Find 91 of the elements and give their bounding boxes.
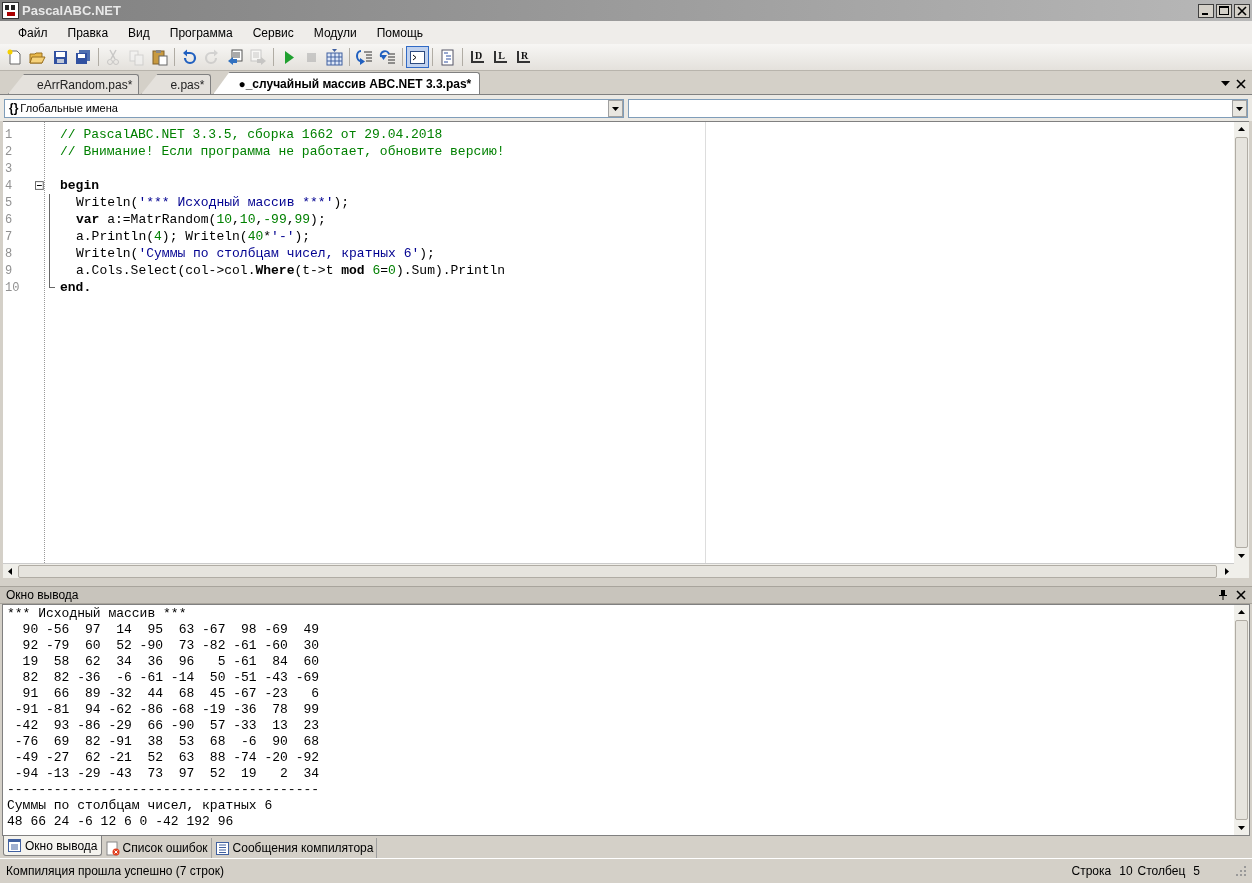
output-line: -91 -81 94 -62 -86 -68 -19 -36 78 99 xyxy=(13,702,320,718)
navigate-back-icon xyxy=(227,48,244,66)
output-line: 90 -56 97 14 95 63 -67 98 -69 49 xyxy=(21,622,320,638)
panel-tab[interactable]: Список ошибок xyxy=(101,838,212,858)
scissors-icon xyxy=(105,48,122,66)
horizontal-scrollbar[interactable] xyxy=(3,563,1234,578)
code-line: end. xyxy=(60,278,92,297)
app-logo-icon xyxy=(2,2,19,19)
line-number: 9 xyxy=(4,262,14,280)
output-line: *** Исходный массив *** xyxy=(7,606,187,622)
panel-tab[interactable]: Окно вывода xyxy=(3,836,102,856)
new-file-icon xyxy=(6,48,23,66)
menu-item[interactable]: Правка xyxy=(57,23,119,42)
menu-item[interactable]: Вид xyxy=(118,23,160,42)
clipboard-icon xyxy=(151,48,168,66)
menu-item[interactable]: Модули xyxy=(303,23,367,42)
minimize-icon[interactable] xyxy=(1198,3,1214,18)
panel-tab[interactable]: Сообщения компилятора xyxy=(211,838,378,858)
save-icon xyxy=(52,48,69,66)
line-number: 10 xyxy=(1119,863,1133,880)
line-number: 2 xyxy=(4,143,14,161)
menu-item[interactable]: Программа xyxy=(159,23,243,42)
undo-icon xyxy=(181,48,198,66)
braces-icon: {} xyxy=(9,99,19,117)
output-line: 19 58 62 34 36 96 5 -61 84 60 xyxy=(21,654,320,670)
output-line: Суммы по столбцам чисел, кратных 6 xyxy=(7,798,273,814)
code-line: a.Println(4); Writeln(40*'-'); xyxy=(76,227,311,246)
code-line: // Внимание! Если программа не работает, обновите версию! xyxy=(60,142,505,161)
navigate-forward-icon xyxy=(250,48,267,66)
output-line: 82 82 -36 -6 -61 -14 50 -51 -43 -69 xyxy=(21,670,320,686)
column-number: 5 xyxy=(1193,863,1200,880)
code-line: Writeln('*** Исходный массив ***'); xyxy=(76,193,350,212)
line-number: 10 xyxy=(4,279,21,297)
menu-item[interactable]: Помощь xyxy=(366,23,434,42)
resize-grip-icon[interactable] xyxy=(1236,866,1246,876)
console-icon xyxy=(409,48,426,66)
grid-button[interactable] xyxy=(323,46,346,68)
code-line: var a:=MatrRandom(10,10,-99,99); xyxy=(76,210,326,229)
menu-item[interactable]: Файл xyxy=(8,23,58,42)
code-line: a.Cols.Select(col->col.Where(t->t mod 6=0).Sum).Println xyxy=(76,261,506,280)
output-line: -76 69 82 -91 38 53 68 -6 90 68 xyxy=(13,734,320,750)
dropdown-arrow-icon[interactable] xyxy=(1221,81,1230,87)
output-line: ---------------------------------------- xyxy=(7,782,320,798)
line-number: 8 xyxy=(4,245,14,263)
output-line: 91 66 89 -32 44 68 45 -67 -23 6 xyxy=(21,686,320,702)
toolbar-button[interactable]: L xyxy=(489,46,512,68)
column-label: Столбец xyxy=(1137,863,1186,880)
line-number: 3 xyxy=(4,160,14,178)
scope-value: Глобальные имена xyxy=(20,100,118,116)
document-lines-icon xyxy=(439,48,456,66)
grid-icon xyxy=(326,48,343,66)
output-line: -94 -13 -29 -43 73 97 52 19 2 34 xyxy=(13,766,320,782)
output-line: 92 -79 60 52 -90 73 -82 -61 -60 30 xyxy=(21,638,320,654)
vertical-scrollbar[interactable] xyxy=(1234,122,1249,578)
fold-toggle-icon[interactable] xyxy=(35,181,44,190)
output-line: -49 -27 62 -21 52 63 88 -74 -20 -92 xyxy=(13,750,320,766)
copy-icon xyxy=(128,48,145,66)
panel-title: Окно вывода xyxy=(6,587,79,604)
step-into-icon xyxy=(356,48,373,66)
file-tab[interactable]: eArrRandom.pas* xyxy=(8,74,140,94)
pin-icon[interactable] xyxy=(1218,589,1228,601)
code-line: Writeln('Суммы по столбцам чисел, кратных 6'); xyxy=(76,244,435,263)
vertical-scrollbar[interactable] xyxy=(1234,605,1249,835)
document-list-icon xyxy=(214,840,230,856)
toolbar-button[interactable]: D xyxy=(466,46,489,68)
file-tab[interactable]: ●_случайный массив ABC.NET 3.3.pas* xyxy=(213,72,481,94)
close-icon[interactable] xyxy=(1234,3,1250,18)
code-line: begin xyxy=(60,176,99,195)
file-tab[interactable]: e.pas* xyxy=(141,74,212,94)
console-button[interactable] xyxy=(406,46,429,68)
line-number: 4 xyxy=(4,177,14,195)
status-message: Компиляция прошла успешно (7 строк) xyxy=(6,863,224,880)
maximize-icon[interactable] xyxy=(1216,3,1232,18)
line-number: 7 xyxy=(4,228,14,246)
output-line: 48 66 24 -6 12 6 0 -42 192 96 xyxy=(7,814,234,830)
menu-item[interactable]: Сервис xyxy=(242,23,304,42)
code-line: // PascalABC.NET 3.3.5, сборка 1662 от 29.04.2018 xyxy=(60,125,443,144)
close-icon[interactable] xyxy=(1236,590,1246,600)
close-icon[interactable] xyxy=(1236,79,1246,89)
clipboard-error-icon xyxy=(104,840,120,856)
line-label: Строка xyxy=(1071,863,1112,880)
output-line: -42 93 -86 -29 66 -90 57 -33 13 23 xyxy=(13,718,320,734)
window-icon xyxy=(7,838,22,853)
toolbar-button[interactable]: R xyxy=(512,46,535,68)
line-number: 1 xyxy=(4,126,14,144)
line-number: 6 xyxy=(4,211,14,229)
window-title: PascalABC.NET xyxy=(22,1,121,20)
save-all-icon xyxy=(75,48,92,66)
step-over-icon xyxy=(379,48,396,66)
line-number: 5 xyxy=(4,194,14,212)
scope-combo[interactable]: {} Глобальные имена xyxy=(4,98,624,118)
